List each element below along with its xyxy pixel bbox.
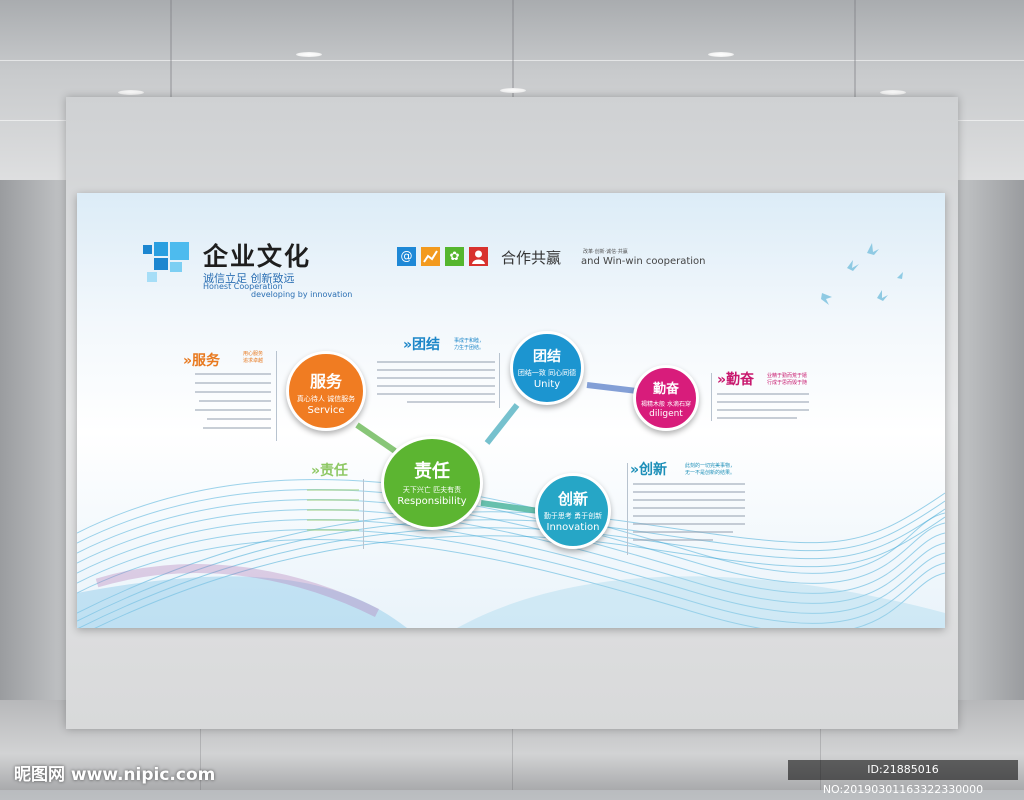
chevron-icon: » bbox=[311, 463, 321, 479]
unity-text-line bbox=[377, 369, 495, 371]
unity-tag-1: 事成于和睦， bbox=[454, 338, 485, 344]
service-circle-en: Service bbox=[307, 405, 345, 416]
service-tagline: 用心服务 追求卓越 bbox=[243, 351, 263, 365]
service-divider bbox=[276, 351, 277, 441]
responsibility-circle-sub: 天下兴亡 匹夫有责 bbox=[402, 486, 462, 494]
ceiling-light bbox=[880, 90, 906, 95]
innovation-tag-2: 无一不是创新的结果。 bbox=[685, 470, 736, 476]
innovation-text-line bbox=[633, 499, 745, 501]
site-watermark: 昵图网 www.nipic.com bbox=[14, 765, 216, 785]
innovation-circle-en: Innovation bbox=[546, 522, 600, 533]
responsibility-text-line bbox=[307, 509, 359, 511]
diligent-circle-sub: 褐精木般 水滴石穿 bbox=[641, 401, 691, 408]
diligent-tag-2: 行成于思而毁于随 bbox=[767, 380, 808, 386]
responsibility-text-line bbox=[307, 499, 359, 501]
responsibility-circle: 责任 天下兴亡 匹夫有责 Responsibility bbox=[381, 436, 483, 530]
unity-tagline: 事成于和睦， 力生于团结。 bbox=[454, 338, 484, 352]
responsibility-section-heading: »责任 bbox=[311, 460, 348, 480]
service-text-line bbox=[195, 391, 271, 393]
diligent-tag-1: 业精于勤而荒于嬉 bbox=[767, 373, 808, 379]
unity-text-line bbox=[377, 361, 495, 363]
unity-text-line bbox=[377, 385, 495, 387]
service-section-heading: »服务 bbox=[183, 350, 220, 370]
service-circle: 服务 真心待人 诚信服务 Service bbox=[286, 351, 366, 431]
unity-divider bbox=[499, 353, 500, 408]
responsibility-divider bbox=[363, 479, 364, 549]
service-tag-2: 追求卓越 bbox=[243, 358, 264, 364]
service-text-line bbox=[195, 409, 271, 411]
image-id-tag: ID:21885016 NO:20190301163322330000 bbox=[788, 760, 1018, 796]
culture-wall-panel: 企业文化 诚信立足 创新致远 Honest Cooperation develo… bbox=[77, 193, 945, 628]
responsibility-circle-en: Responsibility bbox=[397, 496, 467, 507]
responsibility-text-line bbox=[307, 489, 359, 491]
diligent-section-heading: »勤奋 bbox=[717, 369, 754, 389]
unity-tag-2: 力生于团结。 bbox=[454, 345, 485, 351]
chevron-icon: » bbox=[183, 353, 193, 369]
service-text-line bbox=[203, 427, 271, 429]
service-text-line bbox=[199, 400, 271, 402]
innovation-text-line bbox=[633, 491, 745, 493]
unity-circle-title: 团结 bbox=[533, 349, 561, 365]
innovation-text-line bbox=[633, 523, 745, 525]
diligent-text-line bbox=[717, 417, 797, 419]
diligent-circle-en: diligent bbox=[649, 409, 683, 419]
innovation-section-heading: »创新 bbox=[630, 459, 667, 479]
chevron-icon: » bbox=[630, 462, 640, 478]
responsibility-text-line bbox=[307, 519, 359, 521]
ceiling-light bbox=[296, 52, 322, 57]
innovation-circle-title: 创新 bbox=[557, 490, 588, 508]
service-circle-sub: 真心待人 诚信服务 bbox=[296, 395, 356, 403]
diligent-text-line bbox=[717, 409, 809, 411]
diligent-circle-title: 勤奋 bbox=[652, 382, 679, 397]
innovation-text-line bbox=[633, 539, 713, 541]
chevron-icon: » bbox=[717, 372, 727, 388]
diligent-text-line bbox=[717, 401, 809, 403]
chevron-icon: » bbox=[403, 337, 413, 353]
service-text-line bbox=[195, 382, 271, 384]
ceiling-light bbox=[118, 90, 144, 95]
right-wall bbox=[958, 180, 1024, 740]
unity-text-line bbox=[377, 377, 495, 379]
unity-circle-en: Unity bbox=[533, 379, 561, 390]
innovation-divider bbox=[627, 463, 628, 555]
innovation-text-line bbox=[633, 483, 745, 485]
innovation-tag-1: 此刻的一切完美事物， bbox=[685, 463, 736, 469]
responsibility-text-line bbox=[307, 529, 359, 531]
unity-circle-sub: 团结一致 同心同德 bbox=[517, 369, 577, 377]
left-wall bbox=[0, 180, 66, 740]
innovation-section-title: 创新 bbox=[639, 462, 668, 478]
service-text-line bbox=[207, 418, 271, 420]
innovation-circle: 创新 勤于思考 勇于创新 Innovation bbox=[535, 473, 611, 549]
service-section-title: 服务 bbox=[192, 353, 221, 369]
responsibility-section-title: 责任 bbox=[320, 463, 349, 479]
diligent-text-line bbox=[717, 393, 809, 395]
innovation-circle-sub: 勤于思考 勇于创新 bbox=[543, 512, 603, 520]
innovation-text-line bbox=[633, 507, 745, 509]
diligent-divider bbox=[711, 373, 712, 421]
unity-section-heading: »团结 bbox=[403, 334, 440, 354]
service-circle-title: 服务 bbox=[309, 372, 342, 391]
unity-text-line bbox=[377, 393, 495, 395]
ceiling-light bbox=[500, 88, 526, 93]
unity-text-line bbox=[407, 401, 495, 403]
unity-circle: 团结 团结一致 同心同德 Unity bbox=[510, 331, 584, 405]
responsibility-circle-title: 责任 bbox=[414, 461, 450, 482]
service-tag-1: 用心服务 bbox=[243, 351, 264, 357]
innovation-text-line bbox=[633, 531, 733, 533]
diligent-section-title: 勤奋 bbox=[726, 372, 755, 388]
innovation-tagline: 此刻的一切完美事物， 无一不是创新的结果。 bbox=[685, 463, 735, 477]
unity-section-title: 团结 bbox=[412, 337, 441, 353]
innovation-text-line bbox=[633, 515, 745, 517]
diligent-tagline: 业精于勤而荒于嬉 行成于思而毁于随 bbox=[767, 373, 807, 387]
ceiling-light bbox=[708, 52, 734, 57]
service-text-line bbox=[195, 373, 271, 375]
diligent-circle: 勤奋 褐精木般 水滴石穿 diligent bbox=[633, 365, 699, 431]
